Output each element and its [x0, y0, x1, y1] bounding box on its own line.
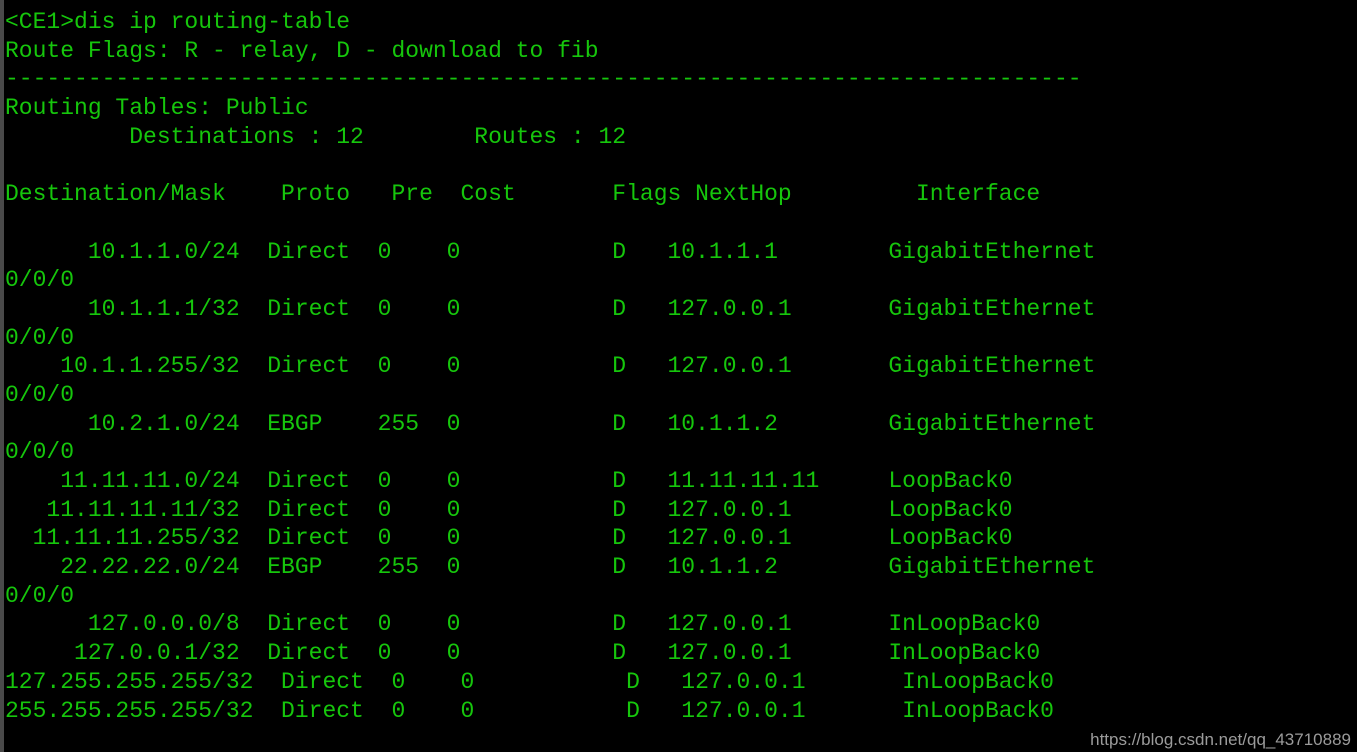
- watermark: https://blog.csdn.net/qq_43710889: [1090, 730, 1351, 749]
- table-row: 11.11.11.0/24 Direct 0 0 D 11.11.11.11 L…: [5, 468, 1013, 494]
- table-row-continuation: 0/0/0: [5, 267, 75, 294]
- table-row: 22.22.22.0/24 EBGP 255 0 D 10.1.1.2 Giga…: [5, 554, 1096, 581]
- table-header-line: Destination/Mask Proto Pre Cost Flags Ne…: [5, 181, 1041, 208]
- separator-line: ----------------------------------------…: [5, 66, 1082, 93]
- table-row: 10.1.1.1/32 Direct 0 0 D 127.0.0.1 Gigab…: [5, 295, 1096, 322]
- table-row-continuation: 0/0/0: [5, 381, 75, 408]
- table-row: 10.1.1.255/32 Direct 0 0 D 127.0.0.1 Gig…: [5, 353, 1096, 380]
- table-row-continuation: 0/0/0: [5, 324, 75, 351]
- summary-line: Destinations : 12 Routes : 12: [5, 123, 627, 150]
- routing-table-rows: 10.1.1.0/24 Direct 0 0 D 10.1.1.1 Gigabi…: [5, 238, 1357, 726]
- terminal-prompt-line: <CE1>dis ip routing-table: [5, 9, 351, 35]
- table-row: 11.11.11.255/32 Direct 0 0 D 127.0.0.1 L…: [5, 525, 1013, 552]
- routing-tables-line: Routing Tables: Public: [5, 95, 309, 122]
- table-row: 127.255.255.255/32 Direct 0 0 D 127.0.0.…: [5, 668, 1054, 695]
- table-row: 255.255.255.255/32 Direct 0 0 D 127.0.0.…: [5, 697, 1054, 724]
- table-row: 10.1.1.0/24 Direct 0 0 D 10.1.1.1 Gigabi…: [5, 238, 1096, 265]
- table-row: 10.2.1.0/24 EBGP 255 0 D 10.1.1.2 Gigabi…: [5, 410, 1096, 437]
- table-row: 127.0.0.1/32 Direct 0 0 D 127.0.0.1 InLo…: [5, 640, 1041, 667]
- table-row-continuation: 0/0/0: [5, 582, 75, 609]
- table-row: 11.11.11.11/32 Direct 0 0 D 127.0.0.1 Lo…: [5, 496, 1013, 523]
- table-row-continuation: 0/0/0: [5, 439, 75, 466]
- terminal-window[interactable]: <CE1>dis ip routing-table Route Flags: R…: [0, 0, 1357, 752]
- table-row: 127.0.0.0/8 Direct 0 0 D 127.0.0.1 InLoo…: [5, 611, 1041, 638]
- route-flags-line: Route Flags: R - relay, D - download to …: [5, 37, 599, 64]
- terminal-screen[interactable]: <CE1>dis ip routing-table Route Flags: R…: [4, 0, 1357, 752]
